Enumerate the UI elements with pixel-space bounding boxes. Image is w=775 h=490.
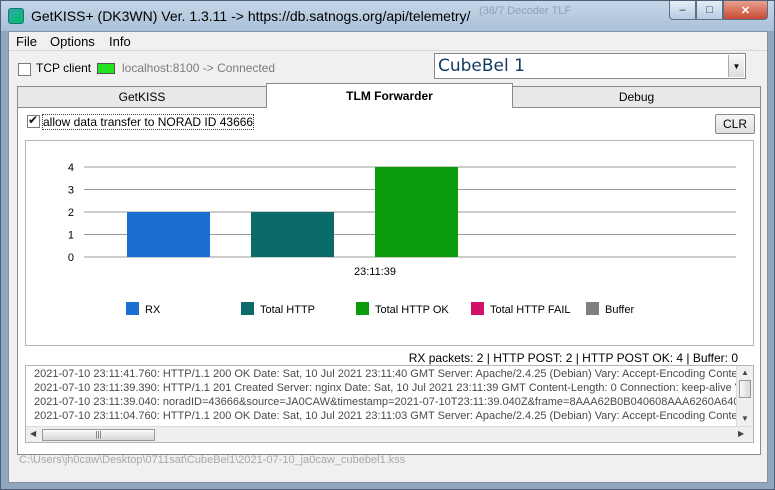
legend-label: Total HTTP FAIL xyxy=(490,304,571,316)
app-window: GetKISS+ (DK3WN) Ver. 1.3.11 -> https://… xyxy=(0,0,775,490)
scroll-up-icon[interactable]: ▲ xyxy=(741,368,749,377)
clear-button[interactable]: CLR xyxy=(715,114,755,134)
legend-swatch xyxy=(586,302,599,315)
horizontal-scrollbar[interactable]: ◀ ||| ▶ xyxy=(26,426,753,442)
legend-swatch xyxy=(471,302,484,315)
y-tick-label: 0 xyxy=(68,252,74,264)
x-tick-label: 23:11:39 xyxy=(354,266,396,278)
satellite-select-value: CubeBel 1 xyxy=(438,56,525,76)
menu-info[interactable]: Info xyxy=(109,34,131,49)
connection-status-text: localhost:8100 -> Connected xyxy=(122,61,276,75)
y-tick-label: 1 xyxy=(68,230,74,242)
maximize-button[interactable]: □ xyxy=(696,1,723,20)
menu-options[interactable]: Options xyxy=(50,34,95,49)
title-bar[interactable]: GetKISS+ (DK3WN) Ver. 1.3.11 -> https://… xyxy=(1,1,774,31)
legend-label: Buffer xyxy=(605,304,634,316)
allow-transfer-checkbox[interactable] xyxy=(27,113,40,128)
allow-transfer-label: allow data transfer to NORAD ID 43666 xyxy=(41,114,255,130)
log-list: 2021-07-10 23:11:41.760: HTTP/1.1 200 OK… xyxy=(25,365,754,443)
tcp-client-checkbox[interactable] xyxy=(18,63,31,76)
satellite-select[interactable]: CubeBel 1 ▼ xyxy=(434,53,746,79)
tab-tlm-forwarder[interactable]: TLM Forwarder xyxy=(266,83,513,108)
scroll-right-icon[interactable]: ▶ xyxy=(738,429,744,438)
vertical-scrollbar[interactable]: ▲ ▼ xyxy=(736,366,753,426)
client-area: File Options Info TCP client localhost:8… xyxy=(8,31,768,483)
y-tick-label: 3 xyxy=(68,185,74,197)
stats-line: RX packets: 2 | HTTP POST: 2 | HTTP POST… xyxy=(408,351,738,365)
bar-chart: 0 1 2 3 4 23:11:39 RX Total HTTP Total HTTP OK To… xyxy=(68,162,736,316)
legend-label: Total HTTP OK xyxy=(375,304,449,316)
app-icon xyxy=(8,8,24,24)
vertical-scroll-thumb[interactable] xyxy=(739,380,751,398)
window-title: GetKISS+ (DK3WN) Ver. 1.3.11 -> https://… xyxy=(31,8,471,24)
legend-swatch xyxy=(126,302,139,315)
legend-label: RX xyxy=(145,304,161,316)
tab-getkiss[interactable]: GetKISS xyxy=(17,86,267,107)
tlm-forwarder-panel: allow data transfer to NORAD ID 43666 CL… xyxy=(17,107,761,455)
tab-debug[interactable]: Debug xyxy=(512,86,761,107)
background-window-title: (38/7 Decoder TLF xyxy=(479,5,572,17)
scroll-down-icon[interactable]: ▼ xyxy=(741,414,749,423)
bar-rx xyxy=(127,212,210,257)
menu-bar: File Options Info xyxy=(9,32,767,51)
tcp-client-label: TCP client xyxy=(36,61,92,75)
bar-total-http xyxy=(251,212,334,257)
connection-status-led xyxy=(97,63,115,74)
legend-swatch xyxy=(356,302,369,315)
y-tick-label: 4 xyxy=(68,162,74,174)
log-line: 2021-07-10 23:11:39.040: noradID=43666&s… xyxy=(34,396,754,408)
status-file-path: C:\Users\jh0caw\Desktop\0711sat\CubeBel1… xyxy=(19,454,406,466)
chart-area: 0 1 2 3 4 23:11:39 RX Total HTTP Total HTTP OK To… xyxy=(25,140,754,346)
legend-swatch xyxy=(241,302,254,315)
legend-label: Total HTTP xyxy=(260,304,315,316)
log-line: 2021-07-10 23:11:39.390: HTTP/1.1 201 Cr… xyxy=(34,382,754,394)
y-tick-label: 2 xyxy=(68,207,74,219)
chevron-down-icon[interactable]: ▼ xyxy=(728,55,744,77)
menu-file[interactable]: File xyxy=(16,34,37,49)
close-button[interactable]: ✕ xyxy=(723,1,768,20)
scroll-left-icon[interactable]: ◀ xyxy=(30,429,36,438)
horizontal-scroll-thumb[interactable]: ||| xyxy=(42,429,155,441)
log-line: 2021-07-10 23:11:04.760: HTTP/1.1 200 OK… xyxy=(34,410,754,422)
log-line: 2021-07-10 23:11:41.760: HTTP/1.1 200 OK… xyxy=(34,368,754,380)
bar-total-http-ok xyxy=(375,167,458,257)
minimize-button[interactable]: – xyxy=(669,1,696,20)
